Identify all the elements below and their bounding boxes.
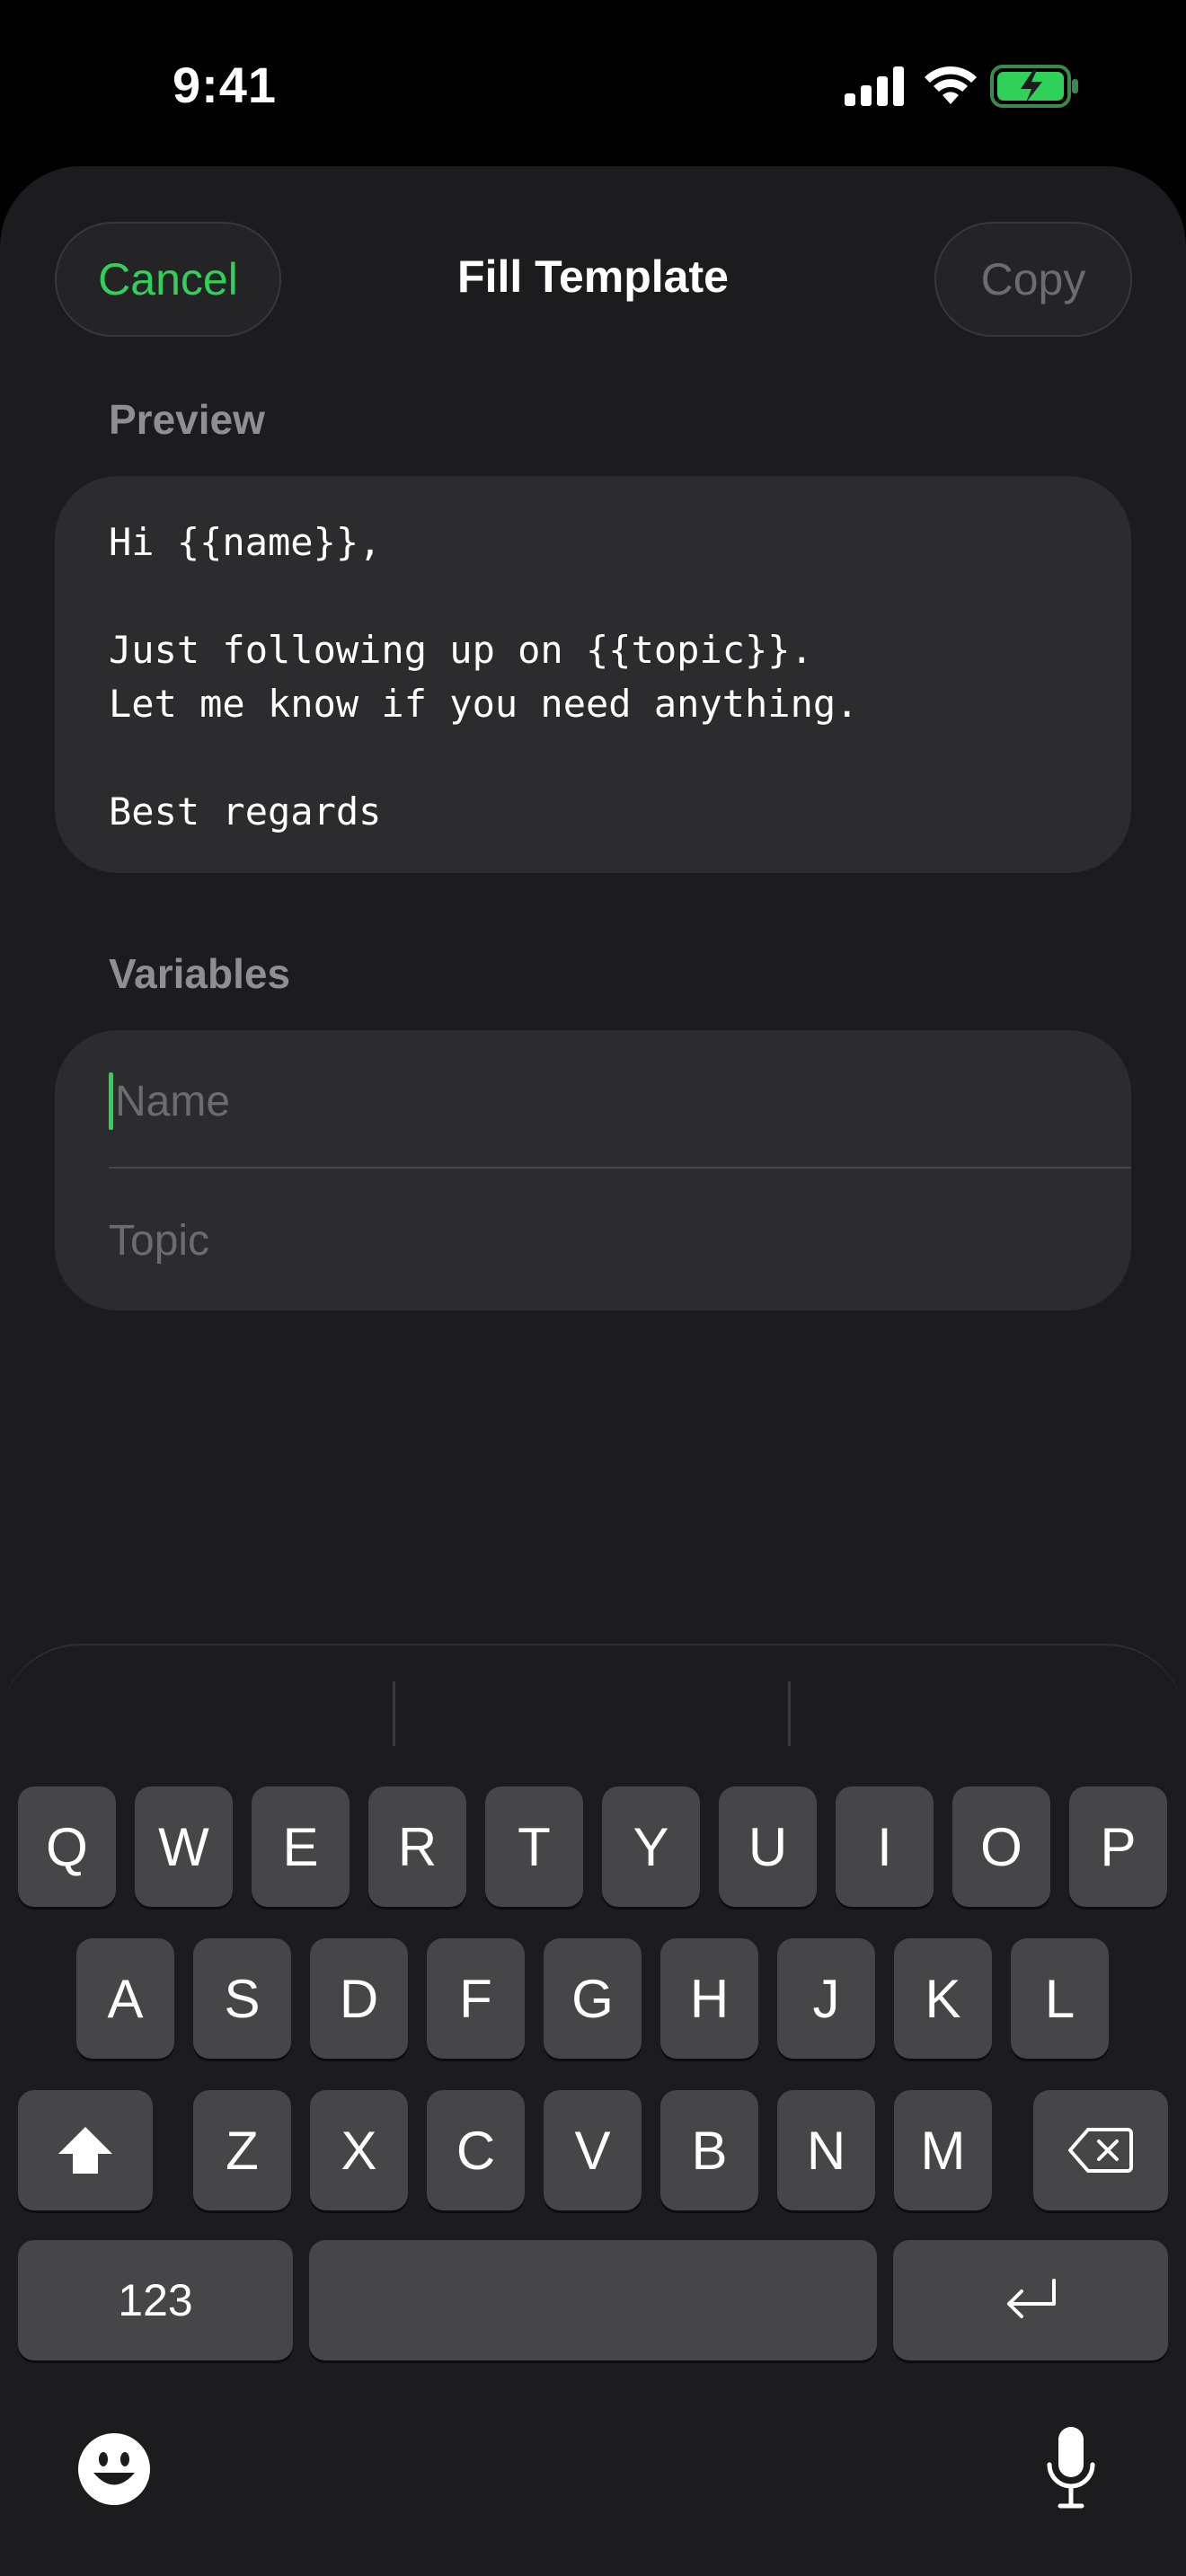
wifi-icon	[925, 66, 977, 104]
variables-section-label: Variables	[109, 950, 291, 997]
key-a[interactable]: A	[76, 1938, 174, 2059]
key-k[interactable]: K	[894, 1938, 992, 2059]
text-cursor	[109, 1072, 113, 1130]
key-t[interactable]: T	[485, 1786, 583, 1907]
key-y[interactable]: Y	[602, 1786, 700, 1907]
name-field-placeholder: Name	[115, 1077, 231, 1125]
topic-field-placeholder: Topic	[109, 1216, 210, 1265]
keyboard: Q W E R T Y U I O P A S D F G H J K L Z …	[0, 1644, 1186, 2576]
delete-key[interactable]	[1033, 2090, 1168, 2210]
key-w[interactable]: W	[135, 1786, 233, 1907]
key-x[interactable]: X	[310, 2090, 408, 2210]
space-key[interactable]	[309, 2240, 877, 2360]
emoji-icon[interactable]	[77, 2432, 151, 2506]
sheet-title: Fill Template	[457, 251, 729, 302]
key-s[interactable]: S	[193, 1938, 291, 2059]
key-u[interactable]: U	[719, 1786, 817, 1907]
suggestion-divider	[788, 1681, 791, 1746]
key-h[interactable]: H	[660, 1938, 758, 2059]
status-bar: 9:41	[0, 0, 1186, 166]
field-divider	[109, 1167, 1131, 1169]
key-e[interactable]: E	[252, 1786, 350, 1907]
return-icon	[1007, 2279, 1056, 2318]
key-b[interactable]: B	[660, 2090, 758, 2210]
cancel-button[interactable]: Cancel	[55, 222, 281, 337]
suggestion-divider	[393, 1681, 395, 1746]
numbers-key[interactable]: 123	[18, 2240, 293, 2360]
key-p[interactable]: P	[1069, 1786, 1167, 1907]
microphone-icon[interactable]	[1044, 2425, 1098, 2511]
copy-button[interactable]: Copy	[934, 222, 1132, 337]
topic-field[interactable]: Topic	[109, 1204, 1077, 1276]
key-f[interactable]: F	[427, 1938, 525, 2059]
key-o[interactable]: O	[952, 1786, 1050, 1907]
name-field[interactable]: Name	[109, 1065, 1077, 1137]
cellular-signal-icon	[845, 66, 904, 106]
key-l[interactable]: L	[1011, 1938, 1109, 2059]
key-d[interactable]: D	[310, 1938, 408, 2059]
key-g[interactable]: G	[544, 1938, 642, 2059]
battery-charging-icon	[990, 65, 1078, 108]
delete-icon	[1068, 2128, 1133, 2173]
preview-section-label: Preview	[109, 396, 265, 443]
key-m[interactable]: M	[894, 2090, 992, 2210]
key-c[interactable]: C	[427, 2090, 525, 2210]
preview-card: Hi {{name}}, Just following up on {{topi…	[55, 476, 1131, 873]
key-v[interactable]: V	[544, 2090, 642, 2210]
shift-key[interactable]	[18, 2090, 153, 2210]
key-q[interactable]: Q	[18, 1786, 116, 1907]
key-j[interactable]: J	[777, 1938, 875, 2059]
key-r[interactable]: R	[368, 1786, 466, 1907]
preview-text: Hi {{name}}, Just following up on {{topi…	[109, 520, 859, 834]
key-i[interactable]: I	[836, 1786, 934, 1907]
key-n[interactable]: N	[777, 2090, 875, 2210]
shift-icon	[58, 2127, 112, 2174]
variables-card: Name Topic	[55, 1030, 1131, 1310]
return-key[interactable]	[893, 2240, 1168, 2360]
status-time: 9:41	[172, 57, 278, 113]
key-z[interactable]: Z	[193, 2090, 291, 2210]
